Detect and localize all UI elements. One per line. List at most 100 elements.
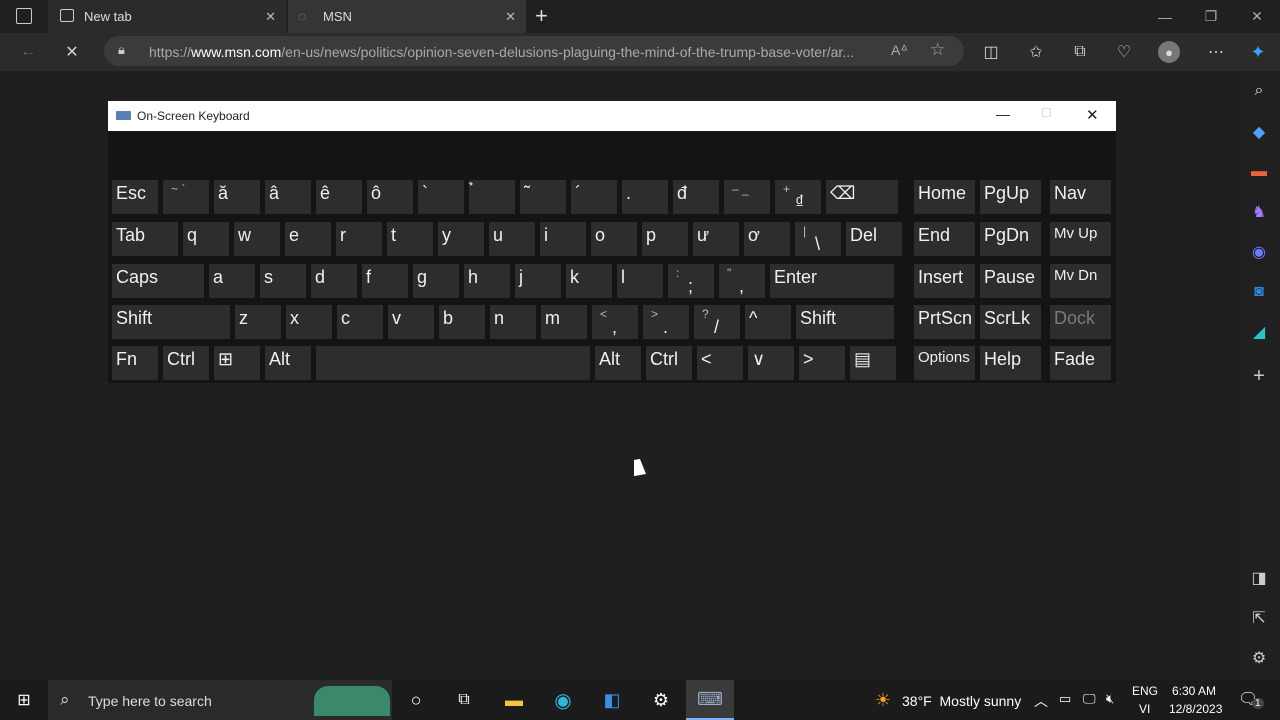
key-0-11[interactable]: đ (673, 180, 719, 214)
key-m[interactable]: m (541, 305, 587, 339)
cortana-icon[interactable]: ○ (403, 688, 429, 712)
key-0-8[interactable]: ̃ (520, 180, 566, 214)
drop-icon[interactable]: ◢ (1248, 321, 1270, 343)
meet-now-icon[interactable]: ▭ (1059, 691, 1071, 707)
key-n[interactable]: n (490, 305, 536, 339)
key-0-6[interactable]: ` (418, 180, 464, 214)
key-0-7[interactable]: ̉ (469, 180, 515, 214)
close-icon[interactable]: ✕ (265, 9, 276, 25)
key-pause[interactable]: Pause (980, 264, 1041, 298)
key-0-4[interactable]: ê (316, 180, 362, 214)
key-pgup[interactable]: PgUp (980, 180, 1041, 214)
key-d[interactable]: d (311, 264, 357, 298)
address-bar[interactable]: 🔒︎ https://www.msn.com/en-us/news/politi… (104, 36, 964, 66)
key-f[interactable]: f (362, 264, 408, 298)
stop-icon[interactable]: ✕ (61, 41, 83, 63)
key-o[interactable]: o (591, 222, 637, 256)
key-4-8[interactable]: ∨ (748, 346, 794, 380)
key-y[interactable]: y (438, 222, 484, 256)
key-scrlk[interactable]: ScrLk (980, 305, 1041, 339)
url-text[interactable]: https://www.msn.com/en-us/news/politics/… (149, 44, 889, 60)
key-dock[interactable]: Dock (1050, 305, 1111, 339)
key-b[interactable]: b (439, 305, 485, 339)
split-screen-icon[interactable]: ◫ (980, 41, 1002, 63)
key-esc[interactable]: Esc (112, 180, 158, 214)
key-1-12[interactable]: ơ (744, 222, 790, 256)
key-0-5[interactable]: ô (367, 180, 413, 214)
tab-msn[interactable]: ◌ MSN ✕ (288, 0, 526, 33)
key-home[interactable]: Home (914, 180, 975, 214)
edge-icon[interactable]: ◉ (550, 688, 576, 712)
clock-date[interactable]: 12/8/2023 (1169, 702, 1222, 716)
key-u[interactable]: u (489, 222, 535, 256)
tab-new-tab[interactable]: New tab ✕ (48, 0, 286, 33)
weather-icon[interactable]: ☀ (870, 688, 896, 712)
favorites-icon[interactable]: ✩ (1025, 41, 1047, 63)
key-2-11[interactable]: , " (719, 264, 765, 298)
settings-icon[interactable]: ⚙ (648, 688, 674, 712)
key-mvdn[interactable]: Mv Dn (1050, 264, 1111, 298)
add-icon[interactable]: + (1248, 365, 1270, 387)
maximize-icon[interactable]: ☐ (1041, 106, 1052, 120)
key-r[interactable]: r (336, 222, 382, 256)
network-icon[interactable]: 🖵︎ (1083, 691, 1096, 707)
key-0-13[interactable]: ₫ + (775, 180, 821, 214)
key-p[interactable]: p (642, 222, 688, 256)
restore-icon[interactable]: ❐ (1188, 0, 1234, 33)
clock-time[interactable]: 6:30 AM (1172, 684, 1216, 698)
key-shift[interactable]: Shift (112, 305, 230, 339)
key-e[interactable]: e (285, 222, 331, 256)
key-s[interactable]: s (260, 264, 306, 298)
key-l[interactable]: l (617, 264, 663, 298)
key-del[interactable]: Del (846, 222, 902, 256)
key-j[interactable]: j (515, 264, 561, 298)
tools-icon[interactable]: ▬ (1248, 161, 1270, 183)
games-icon[interactable]: ♞ (1248, 201, 1270, 223)
key-4-7[interactable]: < (697, 346, 743, 380)
key-0-14[interactable]: ⌫ (826, 180, 898, 214)
favorite-star-icon[interactable]: ☆ (930, 40, 945, 60)
language-top[interactable]: ENG (1132, 684, 1158, 698)
minimize-icon[interactable]: — (996, 106, 1010, 122)
performance-icon[interactable]: ♡ (1113, 41, 1135, 63)
file-explorer-icon[interactable]: ▬ (501, 688, 527, 712)
key-fn[interactable]: Fn (112, 346, 158, 380)
key-c[interactable]: c (337, 305, 383, 339)
copilot-icon[interactable]: ✦ (1247, 41, 1269, 63)
key-t[interactable]: t (387, 222, 433, 256)
close-icon[interactable]: ✕ (1086, 106, 1099, 124)
key-shift[interactable]: Shift (796, 305, 894, 339)
key-i[interactable]: i (540, 222, 586, 256)
back-icon[interactable]: ← (17, 41, 39, 63)
key-4-4[interactable] (316, 346, 590, 380)
key-3-10[interactable]: /? (694, 305, 740, 339)
minimize-icon[interactable]: — (1142, 0, 1188, 33)
open-external-icon[interactable]: ⇱ (1248, 607, 1270, 629)
key-3-9[interactable]: . > (643, 305, 689, 339)
key-pgdn[interactable]: PgDn (980, 222, 1041, 256)
copilot-sidebar-icon[interactable]: ◉ (1248, 241, 1270, 263)
settings-icon[interactable]: ⚙ (1248, 647, 1270, 669)
key-1-11[interactable]: ư (693, 222, 739, 256)
key-mvup[interactable]: Mv Up (1050, 222, 1111, 256)
key-v[interactable]: v (388, 305, 434, 339)
key-0-1[interactable]: ~ ` (163, 180, 209, 214)
key-nav[interactable]: Nav (1050, 180, 1111, 214)
search-icon[interactable]: ⌕ (1248, 80, 1270, 102)
chevron-up-icon[interactable]: ︿ (1034, 691, 1048, 711)
collections-icon[interactable]: ⧉ (1069, 41, 1091, 63)
key-end[interactable]: End (914, 222, 975, 256)
task-view-icon[interactable]: ⧉ (451, 688, 477, 712)
key-4-10[interactable]: ▤ (850, 346, 896, 380)
key-0-10[interactable]: . (622, 180, 668, 214)
shopping-tag-icon[interactable]: ◆ (1248, 121, 1270, 143)
volume-mute-icon[interactable]: 🔇︎ (1106, 691, 1114, 707)
key-x[interactable]: x (286, 305, 332, 339)
key-q[interactable]: q (183, 222, 229, 256)
read-aloud-icon[interactable]: Aᐞ (891, 42, 908, 59)
key-alt[interactable]: Alt (595, 346, 641, 380)
key-alt[interactable]: Alt (265, 346, 311, 380)
outlook-icon[interactable]: ◙ (1248, 281, 1270, 303)
profile-avatar[interactable]: ● (1158, 41, 1180, 63)
key-tab[interactable]: Tab (112, 222, 178, 256)
